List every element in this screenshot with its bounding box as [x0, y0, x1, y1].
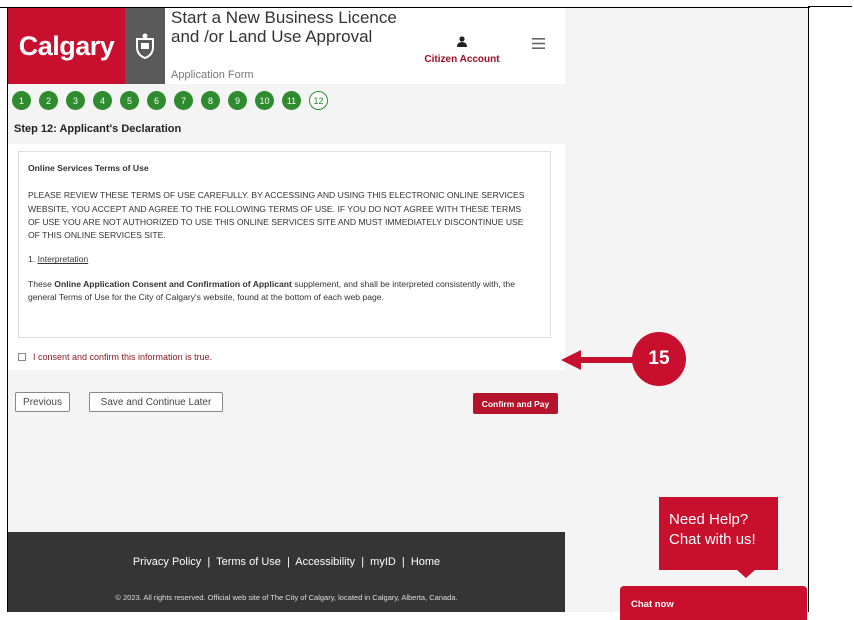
citizen-account-link[interactable]: Citizen Account	[422, 36, 502, 65]
progress-steps: 1 2 3 4 5 6 7 8 9 10 11 12	[12, 91, 328, 110]
step-11[interactable]: 11	[282, 91, 301, 110]
step-2[interactable]: 2	[39, 91, 58, 110]
footer-link-myid[interactable]: myID	[370, 556, 396, 568]
calgary-logo[interactable]: Calgary	[8, 8, 125, 84]
save-continue-later-button[interactable]: Save and Continue Later	[89, 392, 223, 412]
footer-copyright: © 2023. All rights reserved. Official we…	[115, 593, 458, 602]
divider: |	[361, 556, 365, 568]
previous-button[interactable]: Previous	[15, 392, 70, 412]
declaration-card: Online Services Terms of Use PLEASE REVI…	[8, 144, 565, 370]
site-header: Calgary Start a New Business Licence and…	[8, 8, 565, 84]
divider: |	[207, 556, 211, 568]
help-bubble-tail	[736, 569, 756, 578]
footer-link-terms[interactable]: Terms of Use	[216, 556, 281, 568]
section-number: 1.	[28, 254, 36, 265]
terms-paragraph: These Online Application Consent and Con…	[28, 278, 528, 305]
step-9[interactable]: 9	[228, 91, 247, 110]
terms-title: Online Services Terms of Use	[28, 163, 149, 173]
citizen-account-label: Citizen Account	[424, 54, 500, 65]
step-8[interactable]: 8	[201, 91, 220, 110]
para-bold: Online Application Consent and Confirmat…	[54, 278, 292, 289]
annotation-callout-number: 15	[632, 332, 686, 386]
consent-row[interactable]: I consent and confirm this information i…	[18, 352, 212, 362]
footer-links: Privacy Policy | Terms of Use | Accessib…	[8, 556, 565, 568]
terms-section-heading: 1. Interpretation	[28, 253, 528, 266]
step-6[interactable]: 6	[147, 91, 166, 110]
help-line-2: Chat with us!	[669, 531, 756, 548]
hamburger-menu-icon[interactable]	[532, 36, 545, 54]
step-10[interactable]: 10	[255, 91, 274, 110]
user-icon	[422, 36, 502, 50]
page-subtitle: Application Form	[171, 69, 254, 81]
footer-link-accessibility[interactable]: Accessibility	[295, 556, 355, 568]
divider	[808, 6, 852, 7]
crest-icon-svg	[136, 33, 154, 59]
footer-link-home[interactable]: Home	[411, 556, 440, 568]
application-page: Calgary Start a New Business Licence and…	[8, 8, 808, 620]
step-7[interactable]: 7	[174, 91, 193, 110]
crest-icon	[125, 8, 165, 84]
step-1[interactable]: 1	[12, 91, 31, 110]
screenshot-frame: Calgary Start a New Business Licence and…	[0, 0, 854, 620]
step-5[interactable]: 5	[120, 91, 139, 110]
step-3[interactable]: 3	[66, 91, 85, 110]
divider: |	[286, 556, 290, 568]
step-4[interactable]: 4	[93, 91, 112, 110]
hamburger-svg	[532, 38, 545, 49]
user-icon-svg	[457, 36, 467, 47]
terms-scroll-box[interactable]: Online Services Terms of Use PLEASE REVI…	[18, 151, 551, 338]
divider	[808, 7, 809, 612]
consent-checkbox[interactable]	[18, 353, 26, 361]
help-line-1: Need Help?	[669, 511, 749, 528]
terms-paragraph: PLEASE REVIEW THESE TERMS OF USE CAREFUL…	[28, 190, 525, 241]
page-title: Start a New Business Licence and /or Lan…	[171, 8, 397, 46]
step-title: Step 12: Applicant's Declaration	[14, 123, 182, 135]
para-start: These	[28, 278, 52, 289]
footer-link-privacy[interactable]: Privacy Policy	[133, 556, 201, 568]
confirm-and-pay-button[interactable]: Confirm and Pay	[473, 393, 558, 414]
consent-label[interactable]: I consent and confirm this information i…	[33, 352, 212, 362]
site-footer: Privacy Policy | Terms of Use | Accessib…	[8, 532, 565, 612]
step-12-current[interactable]: 12	[309, 91, 328, 110]
divider: |	[401, 556, 405, 568]
chat-now-button[interactable]: Chat now	[620, 586, 807, 620]
help-bubble[interactable]: Need Help? Chat with us!	[659, 497, 778, 570]
section-title: Interpretation	[37, 254, 89, 265]
